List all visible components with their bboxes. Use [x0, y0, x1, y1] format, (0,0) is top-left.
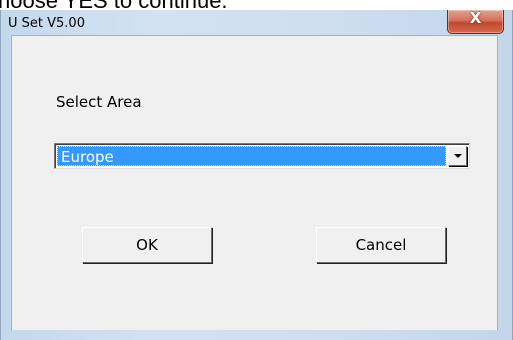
- close-button[interactable]: X: [447, 9, 504, 34]
- window-title: U Set V5.00: [8, 16, 85, 31]
- dialog-client-area: [11, 35, 498, 330]
- close-icon: X: [469, 9, 482, 27]
- ok-button[interactable]: OK: [82, 227, 212, 263]
- area-select-value[interactable]: Europe: [57, 146, 446, 166]
- select-area-label: Select Area: [56, 93, 142, 111]
- cancel-button[interactable]: Cancel: [316, 227, 446, 263]
- area-select[interactable]: Europe: [54, 143, 470, 169]
- dropdown-arrow-icon[interactable]: [448, 146, 467, 166]
